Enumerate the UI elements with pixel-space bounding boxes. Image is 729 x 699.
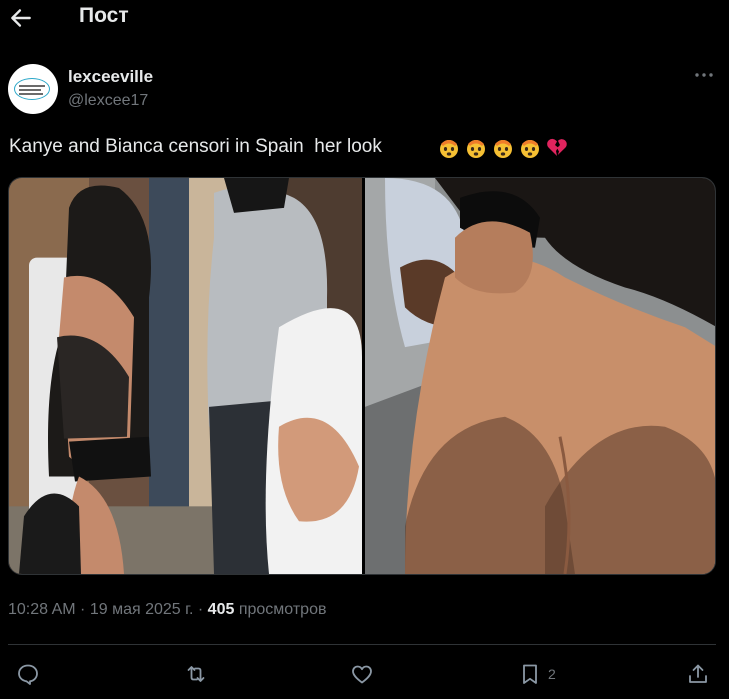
share-icon (689, 664, 707, 683)
post-meta: 10:28 AM · 19 мая 2025 г. · 405 просмотр… (8, 601, 327, 618)
back-arrow-icon[interactable] (8, 5, 34, 31)
views-label: просмотров (238, 601, 327, 618)
post-time[interactable]: 10:28 AM (8, 601, 76, 618)
post-text: Kanye and Bianca censori in Spain her lo… (9, 136, 382, 157)
broken-heart-icon (547, 138, 567, 156)
avatar[interactable] (8, 64, 58, 114)
page-title: Пост (79, 4, 129, 27)
divider (8, 644, 716, 645)
author-handle[interactable]: @lexcee17 (68, 92, 148, 110)
bookmark-icon (523, 664, 537, 684)
exploding-head-icon (467, 140, 485, 158)
post-date[interactable]: 19 мая 2025 г. (90, 601, 194, 618)
repost-icon (187, 666, 205, 682)
reply-icon (18, 664, 38, 685)
photo-right[interactable] (365, 178, 716, 574)
exploding-head-icon (494, 140, 512, 158)
like-button[interactable] (350, 661, 374, 687)
top-bar: Пост (0, 0, 729, 34)
repost-button[interactable] (184, 661, 208, 687)
media-gallery[interactable] (8, 177, 716, 575)
exploding-head-icon (521, 140, 539, 158)
reply-button[interactable] (16, 661, 40, 687)
photo-left[interactable] (9, 178, 362, 574)
share-button[interactable] (686, 661, 710, 687)
emoji-row (437, 135, 569, 159)
views-count: 405 (207, 601, 235, 618)
bookmark-count: 2 (548, 666, 556, 682)
author-name[interactable]: lexceeville (68, 67, 153, 87)
bookmark-button[interactable]: 2 (518, 661, 556, 687)
more-options-icon[interactable] (693, 66, 715, 84)
exploding-head-icon (440, 140, 458, 158)
heart-icon (352, 665, 372, 684)
